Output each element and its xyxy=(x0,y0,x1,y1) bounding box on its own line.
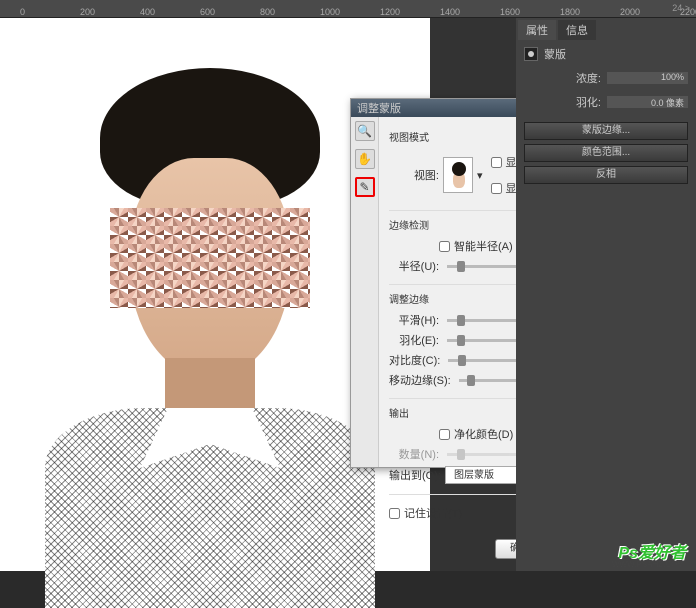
smart-radius-checkbox[interactable] xyxy=(439,241,450,252)
dialog-title: 调整蒙版 xyxy=(357,100,401,116)
refine-brush-icon[interactable]: ✎ xyxy=(355,177,375,197)
decontaminate-label: 净化颜色(D) xyxy=(454,426,513,442)
color-range-button[interactable]: 颜色范围... xyxy=(524,144,688,162)
watermark-url: WWW.PSAHZ.COM xyxy=(612,560,684,569)
hand-tool-icon[interactable]: ✋ xyxy=(355,149,375,169)
mask-edge-button[interactable]: 蒙版边缘... xyxy=(524,122,688,140)
dialog-toolbar: 🔍 ✋ ✎ xyxy=(351,117,379,467)
remember-checkbox[interactable] xyxy=(389,508,400,519)
mask-label: 蒙版 xyxy=(544,46,566,62)
feather-panel-value[interactable]: 0.0 像素 xyxy=(607,96,688,108)
doc-info: 24 > xyxy=(672,3,690,13)
feather-label: 羽化(E): xyxy=(389,332,439,348)
radius-label: 半径(U): xyxy=(389,258,439,274)
smart-radius-label: 智能半径(A) xyxy=(454,238,513,254)
tab-info[interactable]: 信息 xyxy=(558,20,596,40)
view-thumbnail[interactable] xyxy=(443,157,473,193)
show-radius-checkbox[interactable] xyxy=(491,157,502,168)
density-value[interactable]: 100% xyxy=(607,72,688,84)
contrast-label: 对比度(C): xyxy=(389,352,440,368)
view-dropdown-icon[interactable]: ▾ xyxy=(477,169,483,182)
invert-button[interactable]: 反相 xyxy=(524,166,688,184)
amount-label: 数量(N): xyxy=(389,446,439,462)
horizontal-ruler: 0200400600800100012001400160018002000220… xyxy=(0,0,696,18)
feather-panel-label: 羽化: xyxy=(524,94,601,110)
mosaic-overlay xyxy=(110,208,310,308)
mask-icon xyxy=(524,47,538,61)
tab-properties[interactable]: 属性 xyxy=(518,20,556,40)
smooth-label: 平滑(H): xyxy=(389,312,439,328)
remember-label: 记住设置(T) xyxy=(404,505,462,521)
shift-label: 移动边缘(S): xyxy=(389,372,451,388)
output-to-label: 输出到(O): xyxy=(389,467,441,483)
properties-panel: 属性 信息 蒙版 浓度: 100% 羽化: 0.0 像素 蒙版边缘... 颜色范… xyxy=(516,18,696,571)
decontaminate-checkbox[interactable] xyxy=(439,429,450,440)
view-label: 视图: xyxy=(389,167,439,183)
photo-subject xyxy=(30,68,390,588)
density-label: 浓度: xyxy=(524,70,601,86)
show-original-checkbox[interactable] xyxy=(491,183,502,194)
zoom-tool-icon[interactable]: 🔍 xyxy=(355,121,375,141)
